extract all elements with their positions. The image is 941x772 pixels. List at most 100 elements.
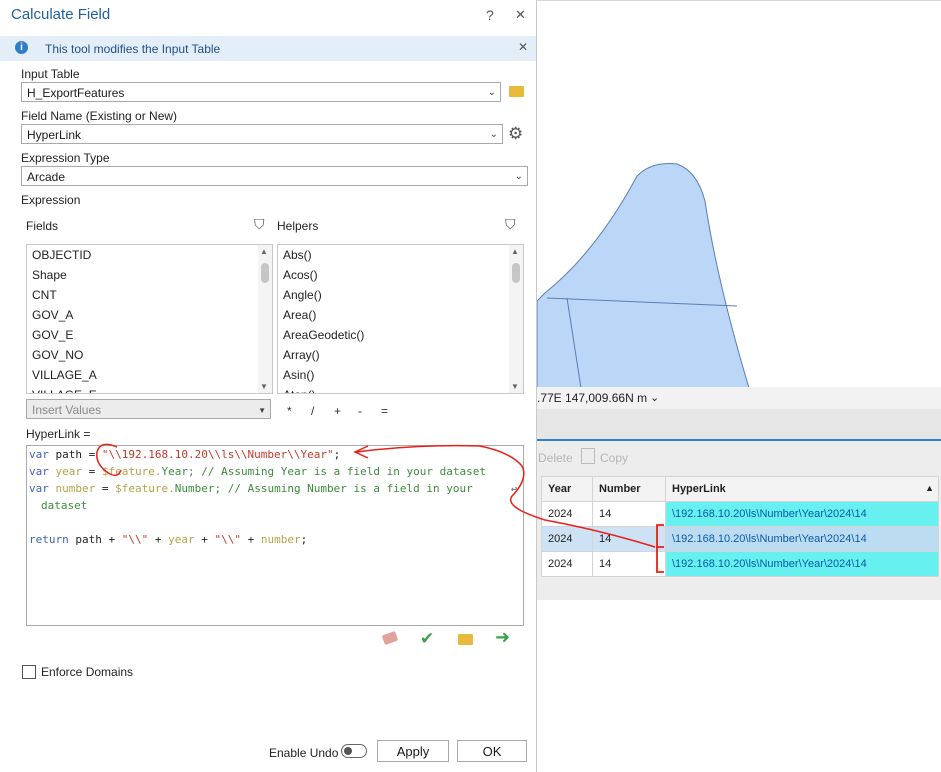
save-arrow-icon[interactable]: ➜	[495, 627, 510, 648]
code-line-1: var path = "\\192.168.10.20\\ls\\Number\…	[29, 448, 340, 461]
gear-icon[interactable]: ⚙	[508, 124, 523, 144]
table-row[interactable]: 2024 14 \192.168.10.20\ls\Number\Year\20…	[541, 501, 939, 527]
operator-add-button[interactable]: +	[334, 404, 341, 418]
list-item[interactable]: Asin()	[278, 365, 523, 385]
filter-icon[interactable]: ⛉	[505, 216, 516, 233]
fields-label: Fields	[26, 219, 59, 233]
fields-list[interactable]: OBJECTID Shape CNT GOV_A GOV_E GOV_NO VI…	[26, 244, 273, 394]
word-wrap-icon: ↩	[511, 484, 518, 495]
attribute-table: Year Number HyperLink ▲ 2024 14 \192.168…	[541, 476, 939, 577]
cell-number[interactable]: 14	[592, 526, 666, 552]
cell-number[interactable]: 14	[592, 551, 666, 577]
table-row[interactable]: 2024 14 \192.168.10.20\ls\Number\Year\20…	[541, 551, 939, 577]
cell-hyperlink[interactable]: \192.168.10.20\ls\Number\Year\2024\14	[665, 551, 939, 577]
list-item[interactable]: OBJECTID	[27, 245, 272, 265]
list-item[interactable]: GOV_NO	[27, 345, 272, 365]
expression-type-combo[interactable]: Arcade ⌄	[21, 166, 528, 186]
list-item[interactable]: GOV_A	[27, 305, 272, 325]
cell-hyperlink[interactable]: \192.168.10.20\ls\Number\Year\2024\14	[665, 526, 939, 552]
close-icon[interactable]: ✕	[515, 7, 526, 23]
list-item[interactable]: Acos()	[278, 265, 523, 285]
clear-expression-icon[interactable]	[381, 630, 399, 646]
scrollbar[interactable]: ▲ ▼	[509, 245, 523, 393]
list-item[interactable]: Abs()	[278, 245, 523, 265]
dialog-titlebar: Calculate Field ? ✕	[0, 0, 536, 32]
enforce-domains-checkbox[interactable]	[22, 665, 36, 679]
column-header-year[interactable]: Year	[541, 476, 593, 502]
code-token: ;	[333, 448, 341, 461]
code-token: var	[29, 465, 49, 478]
help-button[interactable]: ?	[486, 7, 494, 23]
scroll-down-icon[interactable]: ▼	[260, 382, 268, 391]
field-name-combo[interactable]: HyperLink ⌄	[21, 124, 503, 144]
code-token: =	[95, 482, 116, 495]
chevron-down-icon: ⌄	[514, 171, 523, 182]
expression-label: Expression	[21, 193, 81, 207]
code-token: $feature.	[101, 465, 162, 478]
expression-editor[interactable]: var path = "\\192.168.10.20\\ls\\Number\…	[26, 445, 524, 626]
code-token: Number	[174, 482, 215, 495]
chevron-down-icon[interactable]: ⌄	[650, 387, 659, 409]
toggle-knob	[344, 747, 352, 755]
scroll-thumb[interactable]	[261, 263, 269, 283]
code-token: +	[148, 533, 169, 546]
load-folder-icon[interactable]	[458, 634, 473, 645]
coordinate-readout: .77E 147,009.66N m	[537, 391, 648, 405]
enable-undo-toggle[interactable]	[341, 744, 367, 758]
table-row[interactable]: 2024 14 \192.168.10.20\ls\Number\Year\20…	[541, 526, 939, 552]
cell-number[interactable]: 14	[592, 501, 666, 527]
scrollbar[interactable]: ▲ ▼	[258, 245, 272, 393]
code-token: ; // Assuming Year is a field in your da…	[187, 465, 486, 478]
apply-button[interactable]: Apply	[377, 740, 449, 762]
code-token: $feature.	[115, 482, 175, 495]
list-item[interactable]: Area()	[278, 305, 523, 325]
coordinate-bar: .77E 147,009.66N m ⌄	[537, 387, 941, 409]
copy-icon[interactable]	[581, 448, 595, 464]
copy-button[interactable]: Copy	[600, 451, 628, 465]
code-line-2: var year = $feature.Year; // Assuming Ye…	[29, 465, 486, 478]
operator-divide-button[interactable]: /	[311, 404, 314, 418]
attribute-toolbar: Delete Copy	[537, 446, 941, 472]
column-header-number[interactable]: Number	[592, 476, 666, 502]
cell-year[interactable]: 2024	[541, 526, 593, 552]
cell-year[interactable]: 2024	[541, 551, 593, 577]
input-table-combo[interactable]: H_ExportFeatures ⌄	[21, 82, 501, 102]
list-item[interactable]: Atan()	[278, 385, 523, 393]
calculate-field-dialog: Calculate Field ? ✕ i This tool modifies…	[0, 0, 537, 772]
sort-ascending-icon: ▲	[925, 483, 934, 493]
folder-icon[interactable]	[509, 86, 524, 97]
delete-button[interactable]: Delete	[538, 451, 573, 465]
insert-values-combo[interactable]: Insert Values ▼	[26, 399, 271, 419]
scroll-up-icon[interactable]: ▲	[511, 247, 519, 256]
scroll-down-icon[interactable]: ▼	[511, 382, 519, 391]
expression-type-label: Expression Type	[21, 151, 110, 165]
operator-subtract-button[interactable]: -	[358, 404, 362, 418]
helpers-list[interactable]: Abs() Acos() Angle() Area() AreaGeodetic…	[277, 244, 524, 394]
cell-hyperlink[interactable]: \192.168.10.20\ls\Number\Year\2024\14	[665, 501, 939, 527]
dismiss-info-icon[interactable]: ✕	[518, 40, 528, 54]
list-item[interactable]: Array()	[278, 345, 523, 365]
column-header-hyperlink-label: HyperLink	[672, 483, 726, 495]
ok-button[interactable]: OK	[457, 740, 527, 762]
list-item[interactable]: VILLAGE_A	[27, 365, 272, 385]
map-view[interactable]	[537, 0, 941, 388]
list-item[interactable]: VILLAGE_E	[27, 385, 272, 393]
list-item[interactable]: AreaGeodetic()	[278, 325, 523, 345]
cell-year[interactable]: 2024	[541, 501, 593, 527]
list-item[interactable]: GOV_E	[27, 325, 272, 345]
list-item[interactable]: CNT	[27, 285, 272, 305]
scroll-thumb[interactable]	[512, 263, 520, 283]
filter-icon[interactable]: ⛉	[254, 216, 265, 233]
column-header-hyperlink[interactable]: HyperLink ▲	[665, 476, 939, 502]
scroll-up-icon[interactable]: ▲	[260, 247, 268, 256]
attribute-tabstrip	[537, 409, 941, 441]
operator-multiply-button[interactable]: *	[287, 404, 292, 418]
list-item[interactable]: Angle()	[278, 285, 523, 305]
code-token: var	[29, 448, 49, 461]
map-polygon	[537, 163, 750, 388]
verify-checkmark-icon[interactable]: ✔	[420, 629, 434, 649]
list-item[interactable]: Shape	[27, 265, 272, 285]
operator-equals-button[interactable]: =	[381, 404, 388, 418]
insert-values-placeholder: Insert Values	[32, 403, 102, 417]
dialog-title: Calculate Field	[11, 6, 111, 23]
